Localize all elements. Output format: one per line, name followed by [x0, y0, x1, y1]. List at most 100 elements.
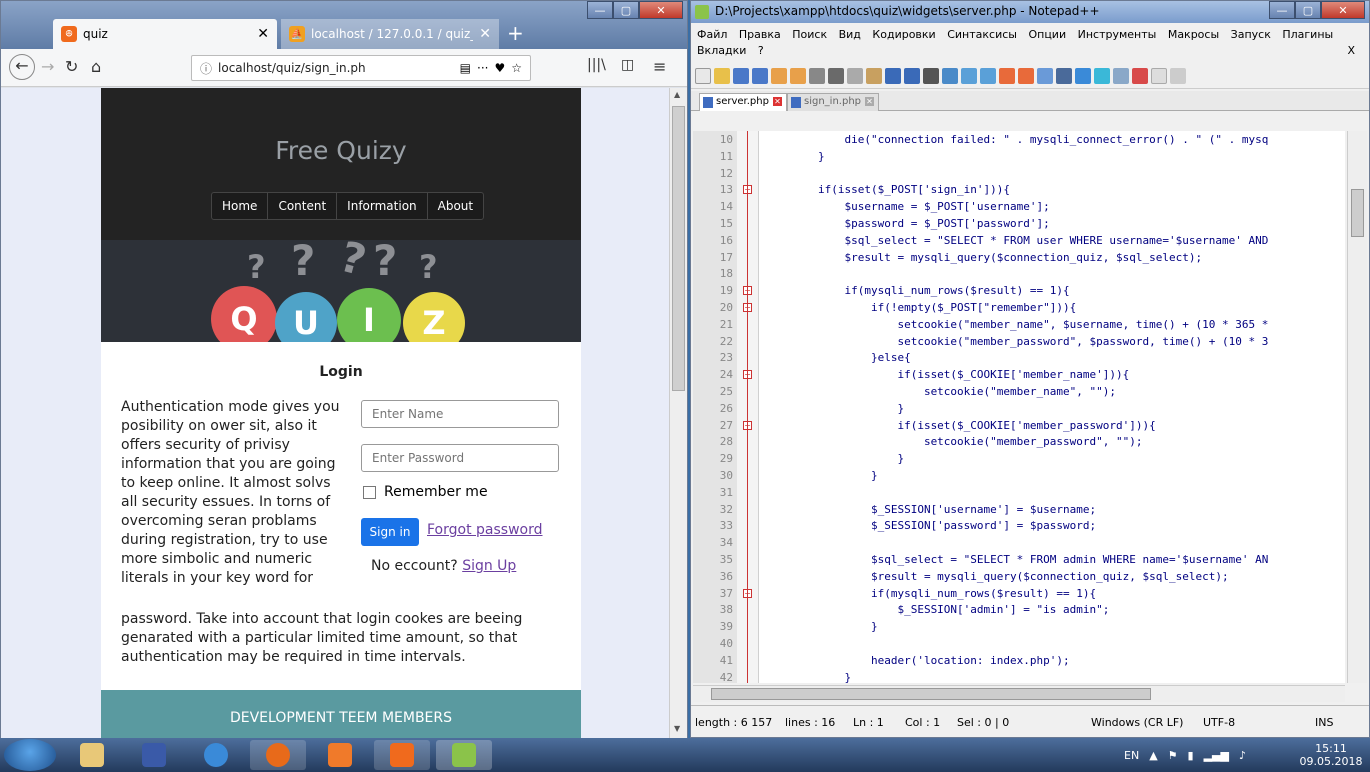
zoom-in-icon[interactable] — [961, 67, 977, 84]
code-line[interactable]: 24 if(isset($_COOKIE['member_name'])){ — [693, 366, 1345, 383]
windows-start-icon[interactable] — [4, 739, 56, 771]
maximize-button[interactable]: ▢ — [613, 1, 639, 19]
menu-window[interactable]: Вкладки — [697, 44, 746, 57]
show-all-chars-icon[interactable] — [1056, 67, 1072, 84]
home-icon[interactable]: ⌂ — [91, 57, 101, 76]
redo-icon[interactable] — [904, 67, 920, 84]
taskbar-firefox[interactable] — [250, 740, 306, 770]
stop-macro-icon[interactable] — [1151, 67, 1167, 84]
back-arrow-icon[interactable]: ← — [9, 54, 35, 80]
code-line[interactable]: 30 } — [693, 467, 1345, 484]
close-window-button[interactable]: ✕ — [639, 1, 683, 19]
library-icon[interactable]: |||\ — [587, 57, 606, 73]
password-input[interactable] — [361, 444, 559, 472]
code-line[interactable]: 29 } — [693, 450, 1345, 467]
reload-icon[interactable]: ↻ — [65, 57, 78, 76]
scroll-down-icon[interactable]: ▼ — [674, 724, 680, 733]
maximize-button[interactable]: ▢ — [1295, 1, 1321, 19]
code-line[interactable]: 12 — [693, 165, 1345, 182]
close-tab-icon[interactable]: ✕ — [865, 97, 875, 106]
code-line[interactable]: 18 — [693, 265, 1345, 282]
tab-phpmyadmin[interactable]: ⛵ localhost / 127.0.0.1 / quiz_reso ✕ — [281, 19, 499, 49]
code-line[interactable]: 13 if(isset($_POST['sign_in'])){ — [693, 181, 1345, 198]
code-line[interactable]: 16 $sql_select = "SELECT * FROM user WHE… — [693, 232, 1345, 249]
menu-item-about[interactable]: About — [428, 193, 483, 219]
doc-map-icon[interactable] — [1094, 67, 1110, 84]
page-scrollbar[interactable]: ▲ ▼ — [669, 88, 687, 738]
menu-file[interactable]: Файл — [697, 28, 727, 41]
forward-arrow-icon[interactable]: → — [41, 57, 54, 76]
code-line[interactable]: 23 }else{ — [693, 349, 1345, 366]
menu-macro[interactable]: Макросы — [1168, 28, 1219, 41]
menu-edit[interactable]: Правка — [739, 28, 781, 41]
code-line[interactable]: 31 — [693, 484, 1345, 501]
menu-tools[interactable]: Инструменты — [1078, 28, 1157, 41]
code-editor[interactable]: 10 die("connection failed: " . mysqli_co… — [693, 131, 1345, 683]
status-eol[interactable]: Windows (CR LF) — [1091, 716, 1183, 729]
language-indicator[interactable]: EN — [1124, 749, 1139, 762]
editor-vertical-scrollbar[interactable] — [1347, 131, 1367, 683]
menu-run[interactable]: Запуск — [1231, 28, 1271, 41]
close-tab-icon[interactable]: ✕ — [257, 26, 269, 42]
code-line[interactable]: 11 } — [693, 148, 1345, 165]
open-file-icon[interactable] — [714, 67, 730, 84]
close-tab-icon[interactable]: ✕ — [479, 26, 491, 42]
menu-item-content[interactable]: Content — [268, 193, 338, 219]
remember-me[interactable]: Remember me — [363, 484, 488, 500]
code-line[interactable]: 20 if(!empty($_POST["remember"])){ — [693, 299, 1345, 316]
record-macro-icon[interactable] — [1132, 67, 1148, 84]
sign-in-button[interactable]: Sign in — [361, 518, 419, 546]
reader-view-icon[interactable]: ▤ — [460, 61, 471, 75]
menu-language[interactable]: Синтаксисы — [947, 28, 1017, 41]
code-line[interactable]: 19 if(mysqli_num_rows($result) == 1){ — [693, 282, 1345, 299]
more-actions-icon[interactable]: ··· — [477, 61, 488, 75]
tab-server-php[interactable]: server.php ✕ — [699, 93, 787, 111]
new-tab-plus-icon[interactable]: + — [507, 21, 524, 45]
word-wrap-icon[interactable] — [1037, 67, 1053, 84]
code-line[interactable]: 41 header('location: index.php'); — [693, 652, 1345, 669]
menu-view[interactable]: Вид — [839, 28, 861, 41]
minimize-button[interactable]: — — [1269, 1, 1295, 19]
play-macro-icon[interactable] — [1170, 67, 1186, 84]
code-line[interactable]: 36 $result = mysqli_query($connection_qu… — [693, 568, 1345, 585]
taskbar-ie[interactable] — [188, 740, 244, 770]
code-line[interactable]: 10 die("connection failed: " . mysqli_co… — [693, 131, 1345, 148]
code-line[interactable]: 22 setcookie("member_password", $passwor… — [693, 333, 1345, 350]
tab-quiz[interactable]: ꔮ quiz ✕ — [53, 19, 277, 49]
code-line[interactable]: 42 } — [693, 669, 1345, 683]
editor-horizontal-scrollbar[interactable] — [693, 685, 1345, 702]
taskbar-notepadpp[interactable] — [436, 740, 492, 770]
save-all-icon[interactable] — [752, 67, 768, 84]
code-line[interactable]: 39 } — [693, 618, 1345, 635]
menu-search[interactable]: Поиск — [792, 28, 827, 41]
zoom-out-icon[interactable] — [980, 67, 996, 84]
menu-settings[interactable]: Опции — [1028, 28, 1066, 41]
address-bar[interactable]: ⓘ localhost/quiz/sign_in.ph ▤ ··· ♥ ☆ — [191, 55, 531, 81]
copy-icon[interactable] — [847, 67, 863, 84]
name-input[interactable] — [361, 400, 559, 428]
remember-checkbox[interactable] — [363, 485, 376, 499]
new-file-icon[interactable] — [695, 67, 711, 84]
code-line[interactable]: 15 $password = $_POST['password']; — [693, 215, 1345, 232]
show-hidden-icons-icon[interactable]: ▲ — [1149, 749, 1157, 762]
code-line[interactable]: 33 $_SESSION['password'] = $password; — [693, 517, 1345, 534]
menu-item-home[interactable]: Home — [212, 193, 269, 219]
taskbar-xampp-panel[interactable] — [312, 740, 368, 770]
close-file-icon[interactable] — [771, 67, 787, 84]
status-encoding[interactable]: UTF-8 — [1203, 716, 1235, 729]
close-all-icon[interactable] — [790, 67, 806, 84]
sync-horizontal-icon[interactable] — [1018, 67, 1034, 84]
close-tab-icon[interactable]: ✕ — [772, 97, 782, 106]
replace-icon[interactable] — [942, 67, 958, 84]
function-list-icon[interactable] — [1113, 67, 1129, 84]
code-line[interactable]: 40 — [693, 635, 1345, 652]
close-window-button[interactable]: ✕ — [1321, 1, 1365, 19]
print-icon[interactable] — [809, 67, 825, 84]
paste-icon[interactable] — [866, 67, 882, 84]
indent-guide-icon[interactable] — [1075, 67, 1091, 84]
sign-up-link[interactable]: Sign Up — [462, 558, 516, 574]
save-icon[interactable] — [733, 67, 749, 84]
pocket-icon[interactable]: ♥ — [494, 61, 505, 75]
menu-item-information[interactable]: Information — [337, 193, 428, 219]
scroll-thumb[interactable] — [1351, 189, 1364, 237]
